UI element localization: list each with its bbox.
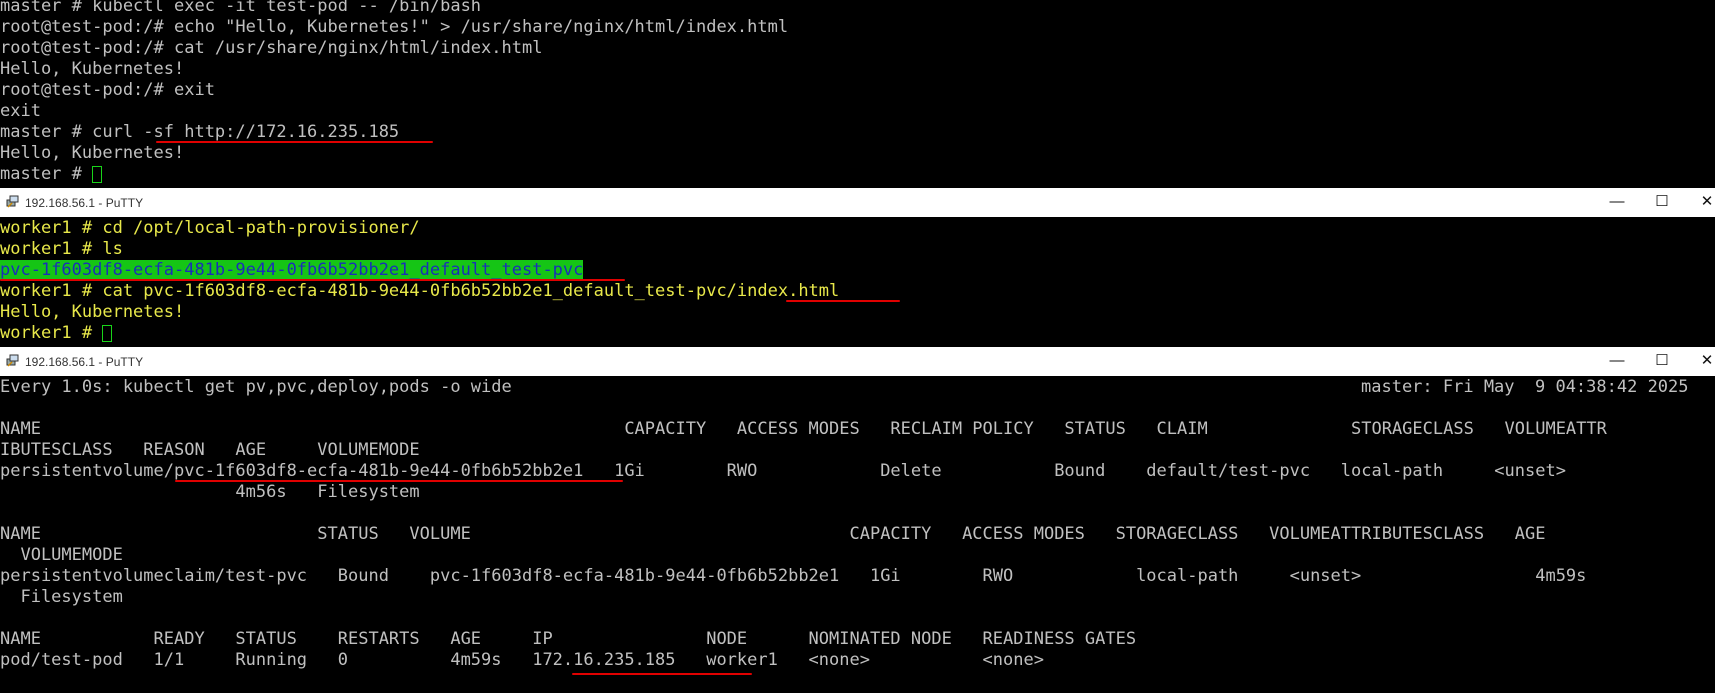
window-title: 192.168.56.1 - PuTTY [25,355,144,369]
table-header: NAME STATUS VOLUME CAPACITY ACCESS MODES… [0,524,1546,544]
master-terminal[interactable]: master # kubectl exec -it test-pod -- /b… [0,0,1715,189]
terminal-line: root@test-pod:/# exit [0,80,215,100]
watch-terminal[interactable]: Every 1.0s: kubectl get pv,pvc,deploy,po… [0,376,1715,693]
table-header: IBUTESCLASS REASON AGE VOLUMEMODE [0,440,420,460]
annotation-underline [156,141,433,143]
annotation-underline [786,300,900,302]
table-row: persistentvolume/pvc-1f603df8-ecfa-481b-… [0,461,1566,481]
terminal-line: worker1 # cat pvc-1f603df8-ecfa-481b-9e4… [0,281,840,301]
table-row: pod/test-pod 1/1 Running 0 4m59s 172.16.… [0,650,1044,670]
table-row: Filesystem [0,587,123,607]
putty-icon [6,354,19,367]
terminal-line: Hello, Kubernetes! [0,59,185,79]
maximize-button[interactable]: ☐ [1652,193,1672,211]
putty-icon [6,195,19,208]
close-button[interactable]: ✕ [1697,193,1715,211]
minimize-button[interactable]: — [1607,193,1627,211]
terminal-prompt-line: worker1 # [0,323,113,344]
terminal-cursor [92,166,103,183]
terminal-line: worker1 # ls [0,239,123,259]
table-row: 4m56s Filesystem [0,482,420,502]
window-title: 192.168.56.1 - PuTTY [25,196,144,210]
directory-entry: pvc-1f603df8-ecfa-481b-9e44-0fb6b52bb2e1… [0,260,584,280]
annotation-underline [572,673,752,675]
terminal-prompt-line: master # [0,164,103,185]
table-header: NAME READY STATUS RESTARTS AGE IP NODE N… [0,629,1137,649]
annotation-underline [175,480,623,482]
watch-header-left: Every 1.0s: kubectl get pv,pvc,deploy,po… [0,377,512,397]
terminal-line: exit [0,101,41,121]
maximize-button[interactable]: ☐ [1652,352,1672,370]
prompt-text: worker1 # [0,323,103,343]
table-row: persistentvolumeclaim/test-pvc Bound pvc… [0,566,1587,586]
table-header: VOLUMEMODE [0,545,123,565]
prompt-text: master # [0,164,93,184]
putty-titlebar[interactable]: 192.168.56.1 - PuTTY — ☐ ✕ [0,188,1715,217]
terminal-line: root@test-pod:/# echo "Hello, Kubernetes… [0,17,789,37]
terminal-cursor [102,325,113,342]
terminal-line: Hello, Kubernetes! [0,302,185,322]
terminal-line: worker1 # cd /opt/local-path-provisioner… [0,218,420,238]
worker-terminal[interactable]: worker1 # cd /opt/local-path-provisioner… [0,217,1715,347]
table-header: NAME CAPACITY ACCESS MODES RECLAIM POLIC… [0,419,1607,439]
ls-output-line: pvc-1f603df8-ecfa-481b-9e44-0fb6b52bb2e1… [0,260,584,281]
minimize-button[interactable]: — [1607,352,1627,370]
terminal-line: root@test-pod:/# cat /usr/share/nginx/ht… [0,38,543,58]
watch-header-right: master: Fri May 9 04:38:42 2025 [1361,377,1689,397]
close-button[interactable]: ✕ [1697,352,1715,370]
annotation-underline [0,279,625,281]
terminal-line: master # kubectl exec -it test-pod -- /b… [0,0,482,16]
terminal-line: Hello, Kubernetes! [0,143,185,163]
putty-titlebar[interactable]: 192.168.56.1 - PuTTY — ☐ ✕ [0,347,1715,376]
terminal-line: master # curl -sf http://172.16.235.185 [0,122,400,142]
